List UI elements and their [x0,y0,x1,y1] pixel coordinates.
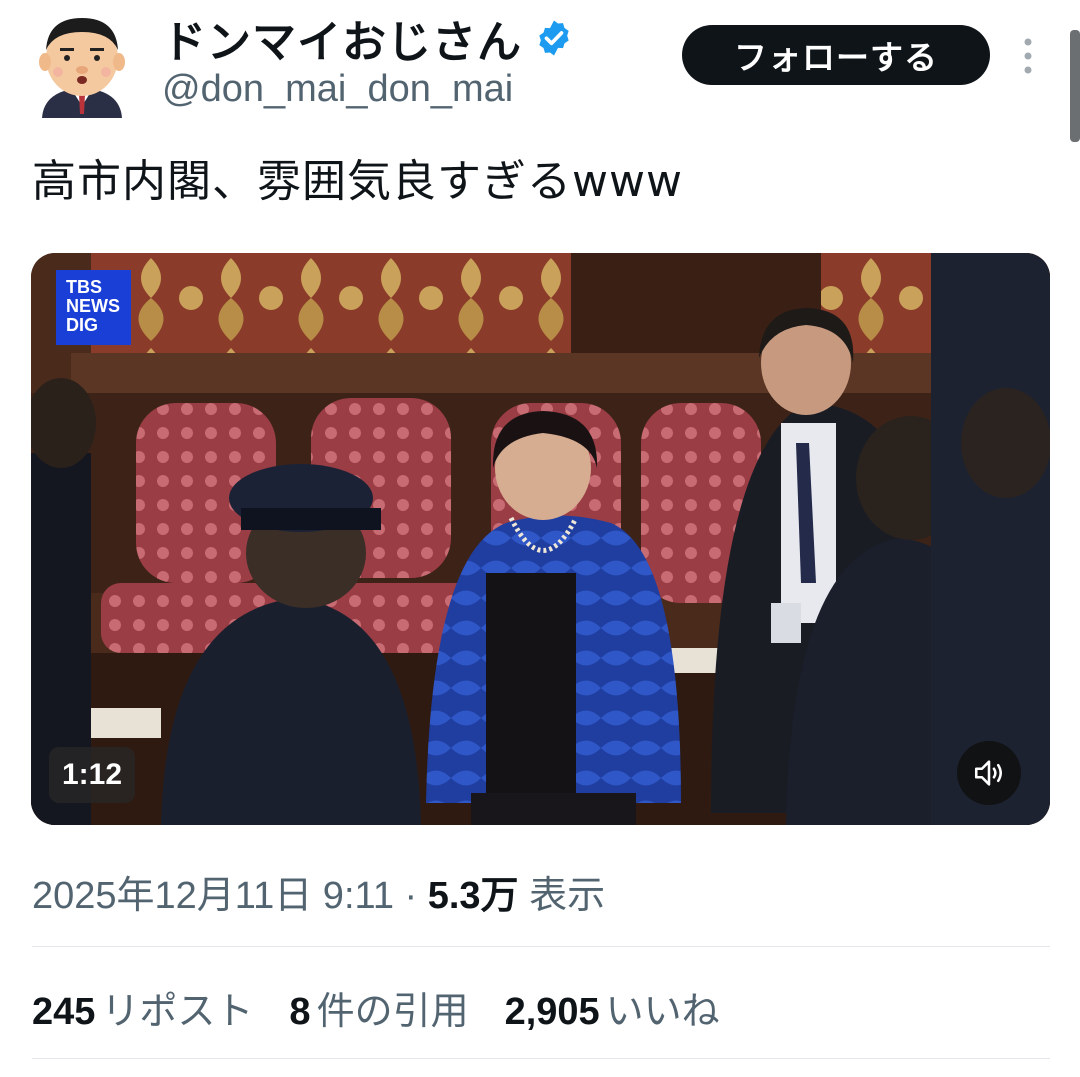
author-handle[interactable]: @don_mai_don_mai [162,68,513,111]
divider [32,946,1050,947]
avatar[interactable] [32,10,132,118]
display-name[interactable]: ドンマイおじさん [162,6,522,70]
author-name-row[interactable]: ドンマイおじさん [162,6,574,70]
likes-stat[interactable]: 2,905 いいね [505,980,720,1035]
follow-button[interactable]: フォローする [682,25,990,85]
video-duration-badge: 1:12 [49,747,135,803]
views-label: 表示 [529,875,606,917]
engagement-stats: 245 リポスト 8 件の引用 2,905 いいね [32,980,720,1035]
video-player[interactable]: TBS NEWS DIG 1:12 [31,253,1050,825]
mute-toggle-button[interactable] [957,741,1021,805]
views-count: 5.3万 [427,875,519,917]
tweet-timestamp[interactable]: 2025年12月11日 9:11 [32,875,394,917]
reposts-stat[interactable]: 245 リポスト [32,980,253,1035]
divider [32,1058,1050,1059]
tweet-text: 高市内閣、雰囲気良すぎるwww [32,156,683,207]
tweet-meta: 2025年12月11日 9:11 · 5.3万 表示 [32,864,605,919]
meta-separator: · [404,875,428,917]
verified-badge-icon [539,20,569,56]
tbs-news-dig-logo: TBS NEWS DIG [56,270,131,345]
tweet-header: ドンマイおじさん @don_mai_don_mai フォローする [0,0,1080,142]
video-frame [31,253,1050,825]
scrollbar[interactable] [1070,30,1080,142]
speaker-muted-icon [974,760,1002,786]
quotes-stat[interactable]: 8 件の引用 [289,980,468,1035]
more-options-icon[interactable] [1016,36,1040,76]
